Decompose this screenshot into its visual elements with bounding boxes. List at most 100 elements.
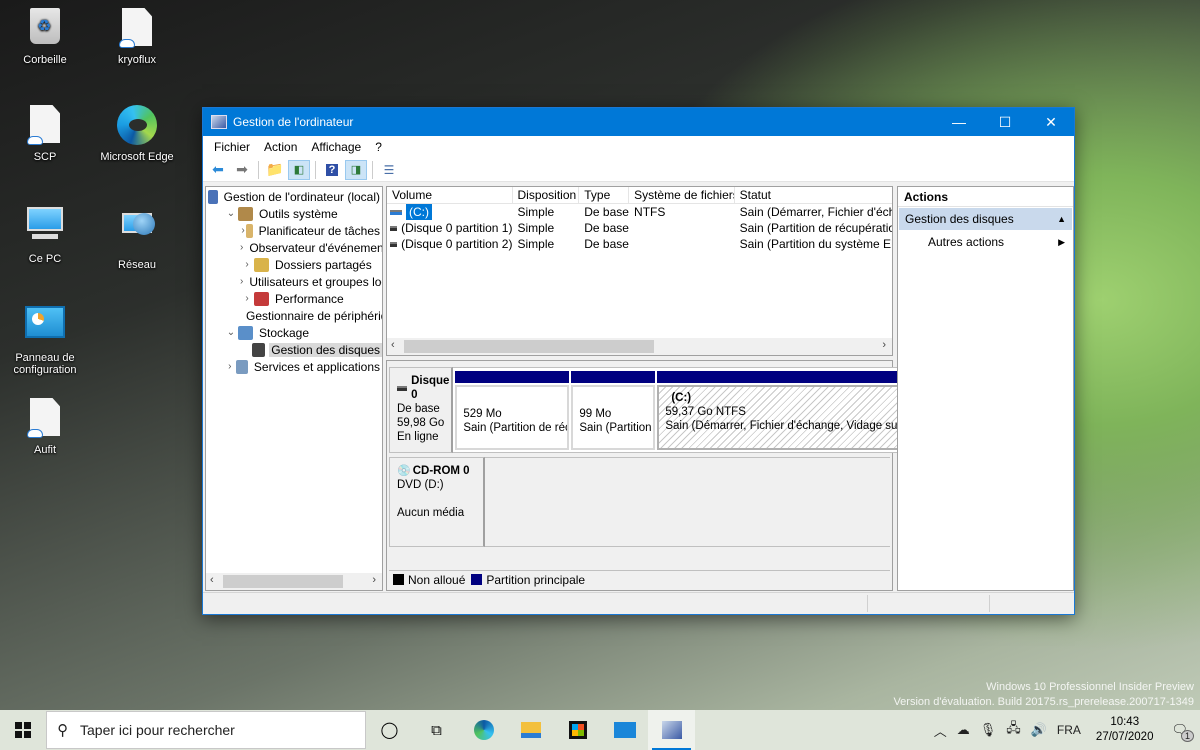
action-autres-actions[interactable]: Autres actions ▶ <box>898 231 1073 253</box>
disk-info[interactable]: Disque 0 De base 59,98 Go En ligne <box>389 367 454 453</box>
volume-row[interactable]: (C:) Simple De base NTFS Sain (Démarrer, Fic… <box>387 204 892 220</box>
tree-item[interactable]: › Observateur d'événements <box>206 239 382 256</box>
tree-horizontal-scrollbar[interactable]: ‹ › <box>206 573 382 590</box>
column-filesystem[interactable]: Système de fichiers <box>629 187 735 203</box>
column-type[interactable]: Type <box>579 187 630 203</box>
volume-icon[interactable]: 🔊 <box>1026 722 1052 738</box>
volume-horizontal-scrollbar[interactable]: ‹ › <box>387 338 892 355</box>
column-volume[interactable]: Volume <box>387 187 513 203</box>
collapse-chevron-icon[interactable]: › <box>240 276 243 287</box>
scroll-left-icon[interactable]: ‹ <box>391 339 395 351</box>
collapse-chevron-icon[interactable]: › <box>224 361 236 372</box>
partition-status: Sain (Partition de récupération) <box>463 422 570 434</box>
tools-icon <box>238 206 253 221</box>
cortana-button[interactable]: ◯ <box>366 710 413 750</box>
properties-button[interactable]: ☰ <box>378 160 400 180</box>
minimize-button[interactable]: — <box>936 108 982 136</box>
menu-action[interactable]: Action <box>257 140 304 154</box>
collapse-up-icon[interactable]: ▲ <box>1057 208 1066 230</box>
network-status-icon[interactable]: 🖧 <box>1001 719 1026 741</box>
scroll-thumb[interactable] <box>404 340 654 353</box>
menu-help[interactable]: ? <box>368 140 389 154</box>
up-folder-button[interactable]: 📁 <box>264 160 286 180</box>
disk-row-cdrom-0[interactable]: 💿 CD-ROM 0 DVD (D:) Aucun média <box>389 457 890 547</box>
tree-item[interactable]: › Performance <box>206 290 382 307</box>
tree-item[interactable]: Gestion de l'ordinateur (local) <box>206 188 382 205</box>
menu-fichier[interactable]: Fichier <box>207 140 257 154</box>
desktop-icon-panneau[interactable]: Panneau de configuration <box>0 302 90 376</box>
language-indicator[interactable]: FRA <box>1052 723 1086 737</box>
column-disposition[interactable]: Disposition <box>513 187 580 203</box>
legend: Non alloué Partition principale <box>389 570 890 588</box>
tree-item[interactable]: ⌄ Stockage <box>206 324 382 341</box>
partition-efi[interactable]: 99 Mo Sain (Partition du système EFI) <box>571 371 656 450</box>
partition-recovery[interactable]: 529 Mo Sain (Partition de récupération) <box>455 371 570 450</box>
disk-spacer <box>397 492 483 506</box>
volume-name: (Disque 0 partition 1) <box>401 221 513 235</box>
menu-affichage[interactable]: Affichage <box>304 140 368 154</box>
forward-button[interactable]: ➡ <box>231 160 253 180</box>
title-bar[interactable]: Gestion de l'ordinateur — ☐ ✕ <box>203 108 1074 136</box>
desktop-icon-reseau[interactable]: Réseau <box>92 203 182 271</box>
scroll-right-icon[interactable]: › <box>882 339 886 351</box>
desktop-icon-edge[interactable]: Microsoft Edge <box>92 105 182 163</box>
show-hidden-icons-button[interactable]: ︿ <box>929 721 952 740</box>
help-button[interactable]: ? <box>321 160 343 180</box>
computer-icon <box>25 207 65 247</box>
show-hide-actions-button[interactable]: ◨ <box>345 159 367 180</box>
column-status[interactable]: Statut <box>735 187 892 203</box>
back-button[interactable]: ⬅ <box>207 160 229 180</box>
volume-row[interactable]: (Disque 0 partition 2) Simple De base Sain … <box>387 236 892 252</box>
clock[interactable]: 10:43 27/07/2020 <box>1086 715 1164 745</box>
expand-chevron-icon[interactable]: ⌄ <box>224 208 238 219</box>
disk-name: Disque 0 <box>411 375 450 401</box>
notification-center-button[interactable]: 🗨 1 <box>1163 722 1200 742</box>
tree-item[interactable]: Gestionnaire de périphériques <box>206 307 382 324</box>
start-button[interactable] <box>0 710 46 750</box>
arrow-right-icon: ➡ <box>236 161 248 177</box>
show-hide-tree-button[interactable]: ◧ <box>288 159 310 180</box>
desktop-icon-aufit[interactable]: Aufit <box>0 398 90 456</box>
close-button[interactable]: ✕ <box>1028 108 1074 136</box>
volume-row[interactable]: (Disque 0 partition 1) Simple De base Sain … <box>387 220 892 236</box>
tree-item[interactable]: Gestion des disques <box>206 341 382 358</box>
tree-item[interactable]: › Planificateur de tâches <box>206 222 382 239</box>
onedrive-icon[interactable]: ☁ <box>952 722 975 738</box>
scroll-right-icon[interactable]: › <box>372 574 376 586</box>
taskbar-file-explorer[interactable] <box>507 710 554 750</box>
tree-item[interactable]: ⌄ Outils système <box>206 205 382 222</box>
volume-name: (Disque 0 partition 2) <box>401 237 513 251</box>
desktop-icon-label: Panneau de configuration <box>13 352 77 376</box>
tree-item[interactable]: › Utilisateurs et groupes locaux <box>206 273 382 290</box>
cloud-file-icon <box>117 8 157 48</box>
desktop-icon-kryoflux[interactable]: kryoflux <box>92 8 182 66</box>
collapse-chevron-icon[interactable]: › <box>240 242 243 253</box>
scroll-left-icon[interactable]: ‹ <box>210 574 214 586</box>
disk-row-disque-0[interactable]: Disque 0 De base 59,98 Go En ligne 529 M… <box>389 367 952 453</box>
actions-section-gestion-disques[interactable]: Gestion des disques ▲ <box>899 208 1072 230</box>
disk-info[interactable]: 💿 CD-ROM 0 DVD (D:) Aucun média <box>389 457 485 547</box>
tree-item-label: Services et applications <box>253 359 380 374</box>
desktop-icon-ce-pc[interactable]: Ce PC <box>0 203 90 265</box>
microphone-icon[interactable]: 🎙 <box>975 722 1002 738</box>
desktop-icon-scp[interactable]: SCP <box>0 105 90 163</box>
toolbar-separator <box>372 160 373 179</box>
taskbar-store[interactable] <box>554 710 601 750</box>
taskbar-mail[interactable] <box>601 710 648 750</box>
expand-chevron-icon[interactable]: ⌄ <box>224 327 238 338</box>
desktop-icon-corbeille[interactable]: Corbeille <box>0 8 90 66</box>
collapse-chevron-icon[interactable]: › <box>240 293 254 304</box>
cell-disposition: Simple <box>517 205 555 219</box>
taskbar-edge[interactable] <box>460 710 507 750</box>
task-view-button[interactable]: ⧉ <box>413 710 460 750</box>
partition-status: Sain (Partition du système EFI) <box>579 422 653 434</box>
scroll-thumb[interactable] <box>223 575 343 588</box>
taskbar-search[interactable]: ⚲ Taper ici pour rechercher <box>46 711 366 749</box>
tree-item[interactable]: › Dossiers partagés <box>206 256 382 273</box>
tree-item[interactable]: › Services et applications <box>206 358 382 375</box>
collapse-chevron-icon[interactable]: › <box>240 259 254 270</box>
cell-disposition: Simple <box>517 237 555 251</box>
taskbar-computer-management[interactable] <box>648 710 695 750</box>
window-title: Gestion de l'ordinateur <box>233 115 354 129</box>
maximize-button[interactable]: ☐ <box>982 108 1028 136</box>
